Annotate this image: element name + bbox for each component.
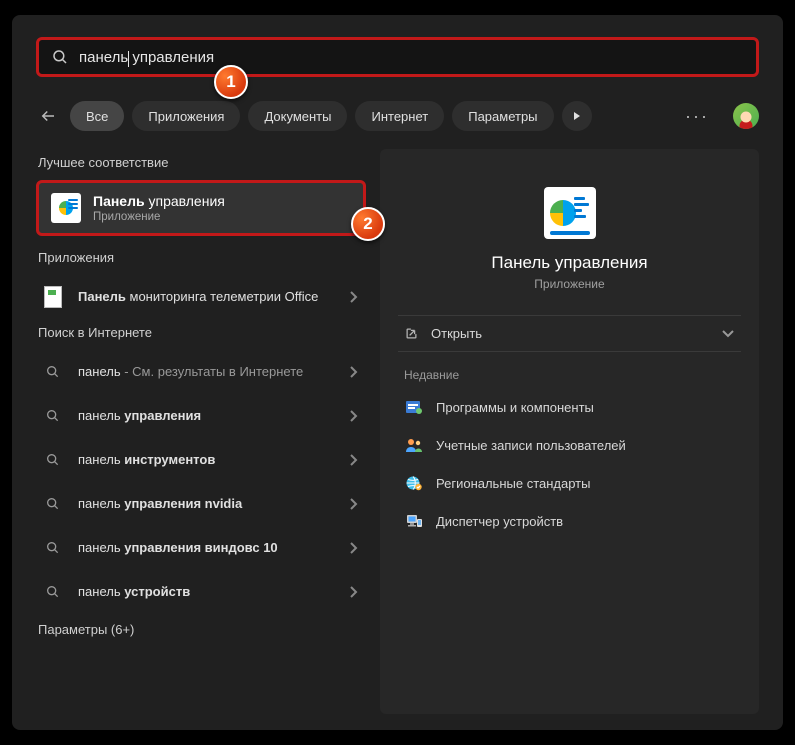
back-button[interactable]	[36, 104, 60, 128]
result-text: панель - См. результаты в Интернете	[78, 364, 336, 381]
search-icon	[51, 48, 69, 66]
recent-item[interactable]: Учетные записи пользователей	[398, 426, 741, 464]
annotation-badge-2: 2	[351, 207, 385, 241]
control-panel-icon-large	[544, 187, 596, 239]
best-match-item[interactable]: Панель управления Приложение 2	[36, 180, 366, 236]
annotation-badge-1: 1	[214, 65, 248, 99]
tab-more-scroll[interactable]	[562, 101, 592, 131]
section-apps: Приложения	[38, 250, 366, 265]
chevron-right-icon	[348, 497, 358, 511]
query-suffix: управления	[128, 49, 214, 66]
search-tabs: Все Приложения Документы Интернет Параме…	[70, 101, 592, 131]
document-icon	[40, 286, 66, 308]
tab-documents[interactable]: Документы	[248, 101, 347, 131]
query-prefix: панель	[79, 49, 128, 66]
result-text: панель устройств	[78, 584, 336, 601]
web-result-item[interactable]: панель управления nvidia	[36, 482, 366, 526]
section-web: Поиск в Интернете	[38, 325, 366, 340]
recent-item[interactable]: Диспетчер устройств	[398, 502, 741, 540]
open-icon	[404, 326, 419, 341]
search-wrap: панель управления 1	[36, 37, 759, 77]
search-input[interactable]: панель управления	[36, 37, 759, 77]
tab-internet[interactable]: Интернет	[355, 101, 444, 131]
recent-text: Учетные записи пользователей	[436, 438, 626, 453]
recent-item[interactable]: Программы и компоненты	[398, 388, 741, 426]
search-icon	[40, 452, 66, 468]
chevron-right-icon	[348, 541, 358, 555]
app-result-item[interactable]: Панель мониторинга телеметрии Office	[36, 275, 366, 319]
chevron-right-icon	[348, 585, 358, 599]
result-text: панель управления	[78, 408, 336, 425]
avatar[interactable]	[733, 103, 759, 129]
chevron-right-icon	[348, 453, 358, 467]
tabs-row: Все Приложения Документы Интернет Параме…	[36, 101, 759, 131]
windows-search-panel: панель управления 1 Все Приложения Докум…	[12, 15, 783, 730]
search-icon	[40, 584, 66, 600]
control-panel-icon	[51, 193, 81, 223]
region-icon	[404, 474, 424, 492]
web-result-item[interactable]: панель устройств	[36, 570, 366, 614]
section-settings-count[interactable]: Параметры (6+)	[38, 622, 366, 637]
details-pane: Панель управления Приложение Открыть Нед…	[380, 149, 759, 714]
web-result-item[interactable]: панель - См. результаты в Интернете	[36, 350, 366, 394]
search-icon	[40, 408, 66, 424]
recent-text: Региональные стандарты	[436, 476, 590, 491]
search-icon	[40, 364, 66, 380]
web-result-item[interactable]: панель управления виндовс 10	[36, 526, 366, 570]
best-match-text: Панель управления Приложение	[93, 193, 225, 223]
recent-text: Диспетчер устройств	[436, 514, 563, 529]
web-result-item[interactable]: панель инструментов	[36, 438, 366, 482]
web-result-item[interactable]: панель управления	[36, 394, 366, 438]
open-action[interactable]: Открыть	[398, 315, 741, 352]
chevron-down-icon[interactable]	[721, 329, 735, 339]
details-title: Панель управления	[398, 253, 741, 273]
result-text: Панель мониторинга телеметрии Office	[78, 289, 336, 306]
users-icon	[404, 436, 424, 454]
recent-item[interactable]: Региональные стандарты	[398, 464, 741, 502]
device-manager-icon	[404, 512, 424, 530]
result-text: панель управления nvidia	[78, 496, 336, 513]
tab-apps[interactable]: Приложения	[132, 101, 240, 131]
text-caret	[128, 51, 129, 67]
recent-text: Программы и компоненты	[436, 400, 594, 415]
open-label: Открыть	[431, 326, 482, 341]
result-text: панель управления виндовс 10	[78, 540, 336, 557]
programs-icon	[404, 398, 424, 416]
results-left: Лучшее соответствие Панель управления Пр…	[36, 149, 366, 714]
results-columns: Лучшее соответствие Панель управления Пр…	[36, 149, 759, 714]
chevron-right-icon	[348, 365, 358, 379]
search-icon	[40, 540, 66, 556]
details-subtitle: Приложение	[398, 277, 741, 291]
chevron-right-icon	[348, 409, 358, 423]
search-icon	[40, 496, 66, 512]
result-text: панель инструментов	[78, 452, 336, 469]
tab-settings[interactable]: Параметры	[452, 101, 553, 131]
section-best-match: Лучшее соответствие	[38, 155, 366, 170]
tab-all[interactable]: Все	[70, 101, 124, 131]
recent-label: Недавние	[404, 368, 741, 382]
chevron-right-icon	[348, 290, 358, 304]
search-query: панель управления	[79, 49, 214, 66]
overflow-menu[interactable]: ···	[685, 106, 709, 127]
